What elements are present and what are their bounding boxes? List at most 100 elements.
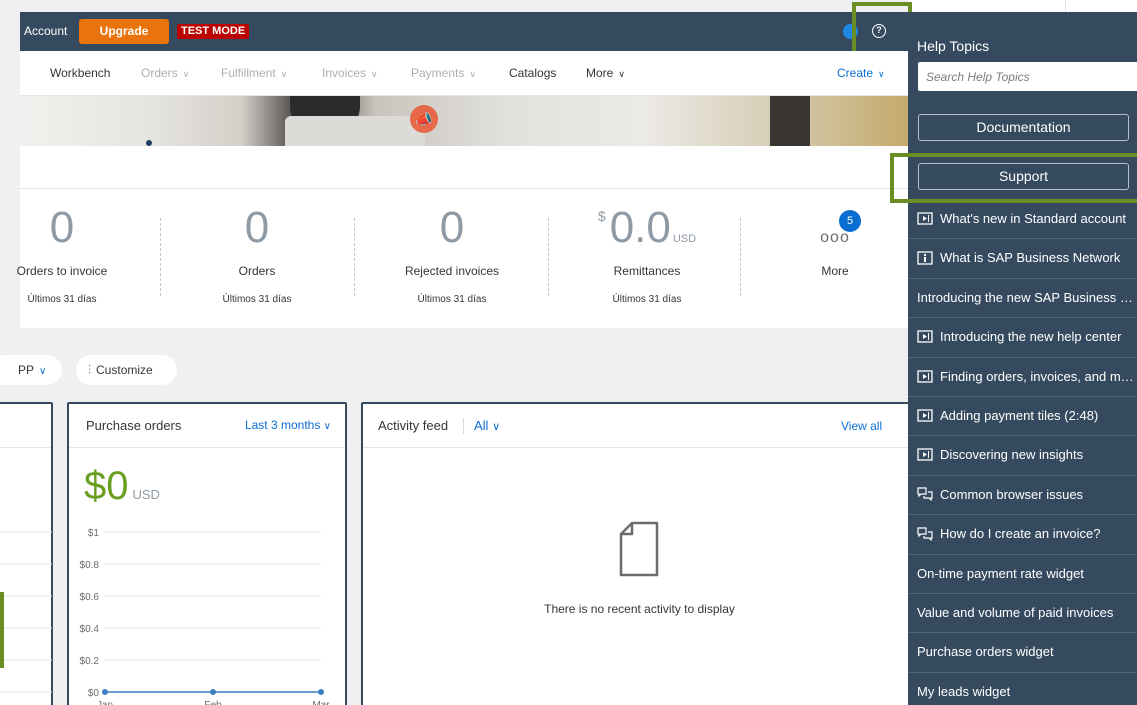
help-topic-label: Common browser issues [940, 486, 1084, 502]
chevron-down-icon: ∨ [878, 69, 885, 79]
kpi-tile[interactable]: 0 Orders to invoice Últimos 31 días [0, 203, 157, 306]
upgrade-button[interactable]: Upgrade [79, 19, 169, 44]
help-topic-label: Introducing the new SAP Business Network [917, 289, 1137, 305]
help-topic-item[interactable]: What's new in Standard account [908, 199, 1137, 237]
help-topic-item[interactable]: My leads widget [908, 671, 1137, 705]
nav-item-label: Catalogs [509, 66, 557, 80]
help-topic-label: How do I create an invoice? [940, 526, 1101, 542]
help-panel: Help Topics Documentation Support What's… [908, 12, 1137, 705]
account-link[interactable]: Account [24, 24, 67, 38]
support-button-highlight [890, 153, 1137, 203]
info-icon [917, 251, 933, 265]
help-topic-label: What's new in Standard account [940, 211, 1127, 226]
card-header [0, 404, 51, 448]
chevron-down-icon: ∨ [371, 69, 378, 79]
kpi-tile[interactable]: ooo 5 More [740, 204, 930, 278]
y-tick-label: $0.2 [80, 656, 100, 667]
help-topic-item[interactable]: Introducing the new help center [908, 317, 1137, 355]
documentation-button[interactable]: Documentation [918, 114, 1129, 141]
kpi-tile[interactable]: 0 Orders Últimos 31 días [162, 203, 352, 306]
help-topic-item[interactable]: Adding payment tiles (2:48) [908, 396, 1137, 434]
banner-paper [285, 116, 425, 146]
help-panel-title: Help Topics [917, 38, 990, 54]
kpi-label: Orders to invoice [16, 264, 108, 278]
kpi-period: Últimos 31 días [417, 294, 487, 305]
app-selector[interactable]: PP ∨ [0, 355, 62, 385]
help-topic-item[interactable]: Value and volume of paid invoices [908, 593, 1137, 631]
nav-item-invoices[interactable]: Invoices ∨ [322, 66, 378, 80]
activity-feed-card: Activity feed All ∨ View all There is no… [361, 402, 921, 705]
customize-button[interactable]: ⫶ Customize [76, 355, 177, 385]
help-topic-item[interactable]: How do I create an invoice? [908, 514, 1137, 552]
help-topic-item[interactable]: Discovering new insights [908, 435, 1137, 473]
megaphone-icon[interactable]: 📣 [410, 105, 438, 133]
chevron-down-icon: ∨ [492, 421, 501, 433]
test-mode-badge: TEST MODE [177, 24, 250, 39]
nav-item-orders[interactable]: Orders ∨ [141, 66, 189, 80]
help-topic-label: Finding orders, invoices, and more [940, 368, 1137, 384]
kpi-value: ooo 5 [740, 204, 930, 252]
nav-item-label: Invoices [322, 66, 367, 80]
empty-state-message: There is no recent activity to display [544, 602, 735, 616]
y-tick-label: $0.8 [80, 560, 100, 571]
help-topic-label: Introducing the new help center [940, 329, 1122, 345]
purchase-orders-chart: $0 $0.2 $0.4 $0.6 $0.8 $1 Jan Feb Mar [80, 528, 331, 705]
chat-icon [917, 487, 933, 502]
nav-item-fulfillment[interactable]: Fulfillment ∨ [221, 66, 287, 80]
chevron-down-icon: ∨ [618, 69, 625, 79]
help-topic-label: Value and volume of paid invoices [917, 605, 1114, 620]
main-nav: Workbench Orders ∨ Fulfillment ∨ Invoices ∨ Pay… [20, 51, 908, 96]
help-topic-label: Purchase orders widget [917, 644, 1054, 660]
help-topic-item[interactable]: Finding orders, invoices, and more [908, 356, 1137, 395]
view-all-link[interactable]: View all [841, 419, 882, 433]
x-tick-label: Mar [312, 700, 330, 705]
create-label: Create [837, 66, 874, 80]
kpi-tile[interactable]: 0 Rejected invoices Últimos 31 días [357, 204, 547, 306]
activity-filter-dropdown[interactable]: All ∨ [474, 418, 500, 433]
kpi-period: Últimos 31 días [222, 294, 292, 305]
help-topic-item[interactable]: Introducing the new SAP Business Network [908, 277, 1137, 316]
card-title: Activity feed [378, 418, 449, 433]
nav-item-payments[interactable]: Payments ∨ [411, 66, 476, 80]
range-label: Last 3 months [244, 418, 321, 432]
chevron-down-icon: ∨ [182, 69, 190, 79]
banner-figure [770, 96, 810, 146]
currency-symbol: $ [597, 208, 606, 224]
currency-unit: USD [672, 233, 697, 245]
chart-gridlines [0, 531, 52, 693]
video-icon [917, 448, 933, 462]
y-tick-label: $0.6 [80, 592, 100, 603]
y-tick-label: $0.4 [80, 624, 100, 635]
help-topic-item[interactable]: Purchase orders widget [908, 632, 1137, 670]
hero-banner: 📣 [20, 96, 908, 146]
count-badge: 5 [839, 210, 861, 232]
help-search-input[interactable] [918, 62, 1137, 91]
help-topic-item[interactable]: On-time payment rate widget [908, 553, 1137, 592]
document-icon [619, 521, 659, 577]
divider [20, 188, 908, 189]
kpi-period: Últimos 31 días [27, 294, 97, 305]
nav-item-more[interactable]: More ∨ [586, 66, 625, 80]
help-topic-label: What is SAP Business Network [940, 250, 1121, 266]
help-topic-item[interactable]: What is SAP Business Network [908, 238, 1137, 276]
kpi-number: 0.0 [609, 203, 671, 252]
kpi-value: $0.0 USD [552, 204, 742, 252]
nav-item-workbench[interactable]: Workbench [50, 66, 110, 80]
divider [1065, 0, 1066, 12]
nav-item-label: Fulfillment [221, 66, 276, 80]
kpi-value: 0 [244, 203, 270, 252]
filter-label: All [474, 418, 489, 433]
help-topic-item[interactable]: Common browser issues [908, 474, 1137, 513]
customize-label: Customize [96, 363, 153, 377]
data-point [102, 689, 108, 695]
create-menu[interactable]: Create ∨ [837, 66, 885, 80]
nav-item-catalogs[interactable]: Catalogs [509, 66, 556, 80]
po-amount: $0 USD [84, 464, 160, 509]
kpi-value: 0 [49, 203, 75, 252]
range-dropdown[interactable]: Last 3 months ∨ [245, 418, 331, 432]
nav-item-label: Orders [141, 66, 178, 80]
app-selector-label: PP [18, 363, 35, 377]
kpi-period: Últimos 31 días [612, 294, 682, 305]
kpi-tile[interactable]: $0.0 USD Remittances Últimos 31 días [552, 204, 742, 306]
tile-divider [740, 218, 741, 296]
